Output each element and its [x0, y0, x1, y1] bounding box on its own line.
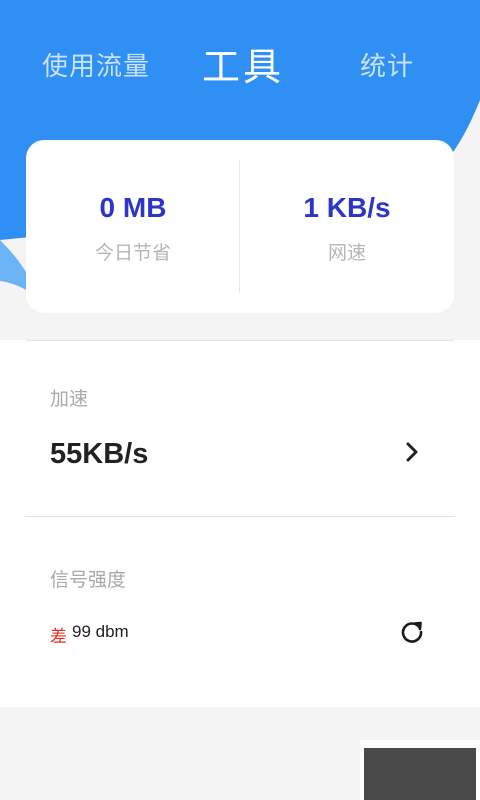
acceleration-row[interactable]: 55KB/s — [0, 424, 480, 488]
stats-card: 0 MB 今日节省 1 KB/s 网速 — [26, 140, 454, 313]
tab-stats[interactable]: 统计 — [360, 40, 414, 94]
tab-tools[interactable]: 工具 — [202, 40, 284, 94]
saved-today-stat: 0 MB 今日节省 — [26, 140, 240, 313]
saved-today-label: 今日节省 — [94, 242, 171, 264]
signal-strength-row: 差 99 dbm — [0, 614, 480, 654]
signal-strength-label: 信号强度 — [50, 569, 127, 591]
divider — [26, 340, 454, 341]
chevron-right-icon[interactable] — [402, 440, 422, 464]
signal-quality-badge: 差 — [50, 627, 67, 647]
network-speed-label: 网速 — [327, 242, 366, 264]
signal-dbm-value: 99 dbm — [72, 622, 129, 641]
acceleration-value: 55KB/s — [50, 438, 149, 470]
tab-usage[interactable]: 使用流量 — [42, 40, 150, 94]
divider — [26, 516, 454, 517]
saved-today-value: 0 MB — [99, 192, 167, 223]
top-tab-bar: 使用流量 工具 统计 — [0, 40, 480, 100]
acceleration-label: 加速 — [50, 388, 89, 410]
network-speed-value: 1 KB/s — [303, 192, 391, 223]
refresh-icon[interactable] — [399, 619, 425, 645]
thumbnail-image — [364, 748, 476, 800]
network-speed-stat: 1 KB/s 网速 — [240, 140, 454, 313]
thumbnail-frame — [360, 740, 480, 800]
tools-panel: 加速 55KB/s 信号强度 差 99 dbm — [0, 340, 480, 707]
